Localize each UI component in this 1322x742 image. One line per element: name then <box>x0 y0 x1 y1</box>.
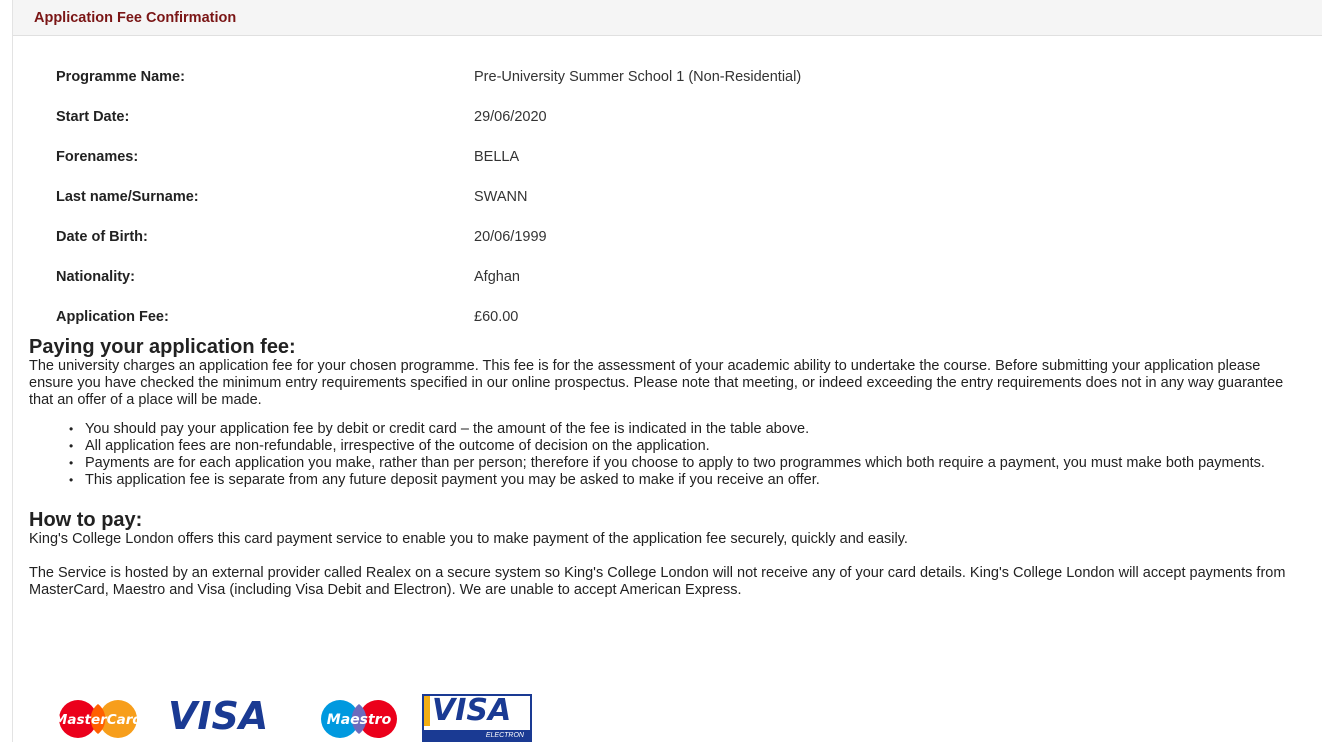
detail-value: £60.00 <box>474 309 519 325</box>
detail-row-programme: Programme Name: Pre-University Summer Sc… <box>13 60 1013 100</box>
detail-row-surname: Last name/Surname: SWANN <box>13 180 1013 220</box>
list-item: This application fee is separate from an… <box>69 472 1299 489</box>
detail-label: Last name/Surname: <box>56 189 199 205</box>
how-to-pay-para-1: King's College London offers this card p… <box>29 531 908 547</box>
accepted-cards: MasterCard VISA Maestro VISA ELECTRON <box>38 693 558 742</box>
maestro-text: Maestro <box>327 712 392 728</box>
detail-row-dob: Date of Birth: 20/06/1999 <box>13 220 1013 260</box>
fee-bullet-list: You should pay your application fee by d… <box>29 421 1299 489</box>
list-item: Payments are for each application you ma… <box>69 455 1299 472</box>
detail-row-start-date: Start Date: 29/06/2020 <box>13 100 1013 140</box>
list-item: You should pay your application fee by d… <box>69 421 1299 438</box>
how-to-pay-para-2: The Service is hosted by an external pro… <box>29 565 1286 598</box>
details-table: Programme Name: Pre-University Summer Sc… <box>13 60 1013 340</box>
paying-intro: The university charges an application fe… <box>29 358 1284 408</box>
panel-header: Application Fee Confirmation <box>13 0 1322 36</box>
visa-electron-text: VISA <box>432 693 512 728</box>
visa-electron-logo: VISA ELECTRON <box>422 693 532 742</box>
detail-value: SWANN <box>474 189 528 205</box>
mastercard-logo: MasterCard <box>54 700 143 738</box>
detail-value: BELLA <box>474 149 520 165</box>
paying-heading: Paying your application fee: <box>29 336 296 358</box>
info-content: Paying your application fee: The univers… <box>29 336 1299 599</box>
maestro-logo: Maestro <box>321 700 397 738</box>
detail-label: Forenames: <box>56 149 139 165</box>
detail-label: Programme Name: <box>56 69 185 85</box>
detail-value: Pre-University Summer School 1 (Non-Resi… <box>474 69 802 85</box>
list-item: All application fees are non-refundable,… <box>69 438 1299 455</box>
panel-title: Application Fee Confirmation <box>34 9 237 26</box>
detail-value: 20/06/1999 <box>474 229 547 245</box>
detail-label: Nationality: <box>56 269 135 285</box>
mastercard-text: MasterCard <box>54 712 143 728</box>
detail-row-application-fee: Application Fee: £60.00 <box>13 300 1013 340</box>
detail-label: Application Fee: <box>56 309 169 325</box>
electron-band: ELECTRON <box>424 730 530 742</box>
detail-value: Afghan <box>474 269 520 285</box>
detail-row-forenames: Forenames: BELLA <box>13 140 1013 180</box>
visa-logo: VISA <box>168 694 269 738</box>
detail-value: 29/06/2020 <box>474 109 547 125</box>
how-to-pay-heading: How to pay: <box>29 509 143 531</box>
visa-electron-gold-bar <box>424 696 430 726</box>
detail-row-nationality: Nationality: Afghan <box>13 260 1013 300</box>
detail-label: Start Date: <box>56 109 130 125</box>
detail-label: Date of Birth: <box>56 229 148 245</box>
